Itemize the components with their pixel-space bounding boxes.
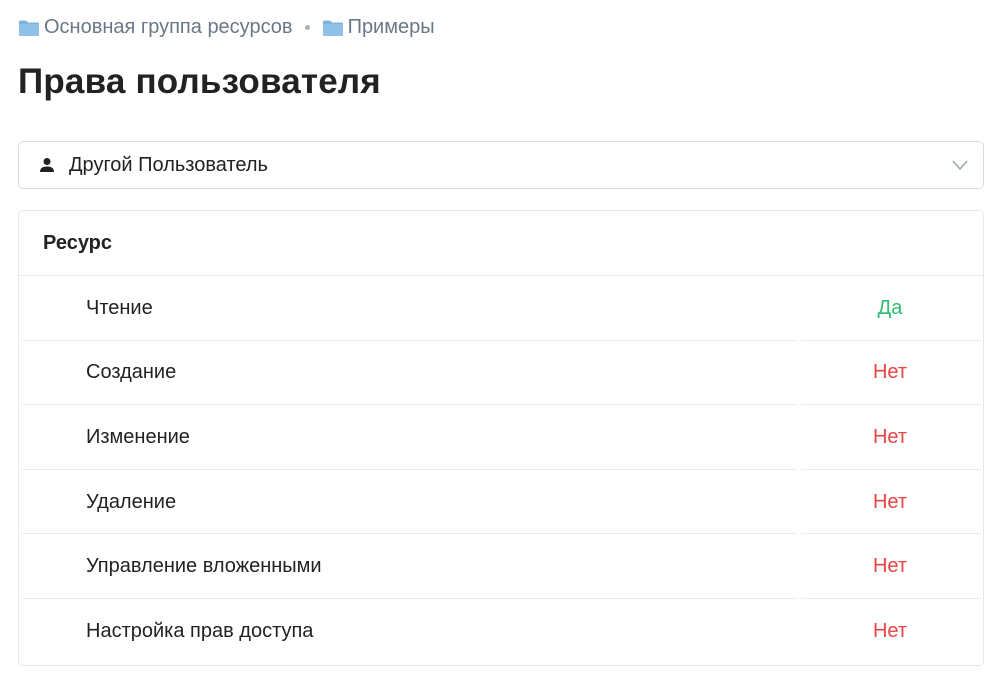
permission-name: Чтение bbox=[86, 296, 153, 319]
permission-value: Нет bbox=[872, 490, 908, 513]
breadcrumb-label: Примеры bbox=[347, 16, 435, 38]
table-row: Создание Нет bbox=[19, 341, 983, 406]
breadcrumb-label: Основная группа ресурсов bbox=[44, 16, 293, 38]
permissions-table: Ресурс Чтение Да Создание Нет Изменение … bbox=[18, 210, 984, 666]
breadcrumb-separator bbox=[304, 25, 310, 30]
table-header-resource: Ресурс bbox=[19, 211, 983, 276]
permission-value: Нет bbox=[872, 555, 908, 578]
breadcrumb-item-main-group[interactable]: Основная группа ресурсов bbox=[18, 16, 293, 39]
permission-value: Нет bbox=[872, 425, 908, 448]
user-select-dropdown[interactable]: Другой Пользователь bbox=[18, 141, 984, 189]
folder-icon bbox=[322, 20, 343, 36]
table-row: Изменение Нет bbox=[19, 405, 983, 470]
permission-name: Удаление bbox=[86, 490, 177, 513]
permission-value: Нет bbox=[872, 361, 908, 384]
table-row: Чтение Да bbox=[19, 276, 983, 341]
permission-value: Да bbox=[877, 296, 903, 319]
table-row: Настройка прав доступа Нет bbox=[19, 599, 983, 664]
user-icon bbox=[40, 158, 54, 172]
page-title: Права пользователя bbox=[18, 62, 381, 101]
permission-name: Создание bbox=[86, 361, 177, 384]
permission-name: Изменение bbox=[86, 425, 190, 448]
breadcrumb-item-examples[interactable]: Примеры bbox=[322, 16, 435, 39]
permission-name: Настройка прав доступа bbox=[86, 619, 314, 642]
table-row: Управление вложенными Нет bbox=[19, 534, 983, 599]
permission-name: Управление вложенными bbox=[86, 555, 322, 578]
folder-icon bbox=[19, 20, 39, 36]
permission-value: Нет bbox=[872, 619, 908, 642]
chevron-down-icon[interactable] bbox=[951, 159, 969, 171]
breadcrumb: Основная группа ресурсов Примеры bbox=[18, 16, 435, 39]
page: Основная группа ресурсов Примеры Права п… bbox=[0, 0, 998, 683]
user-select-value: Другой Пользователь bbox=[69, 153, 268, 176]
table-row: Удаление Нет bbox=[19, 470, 983, 535]
